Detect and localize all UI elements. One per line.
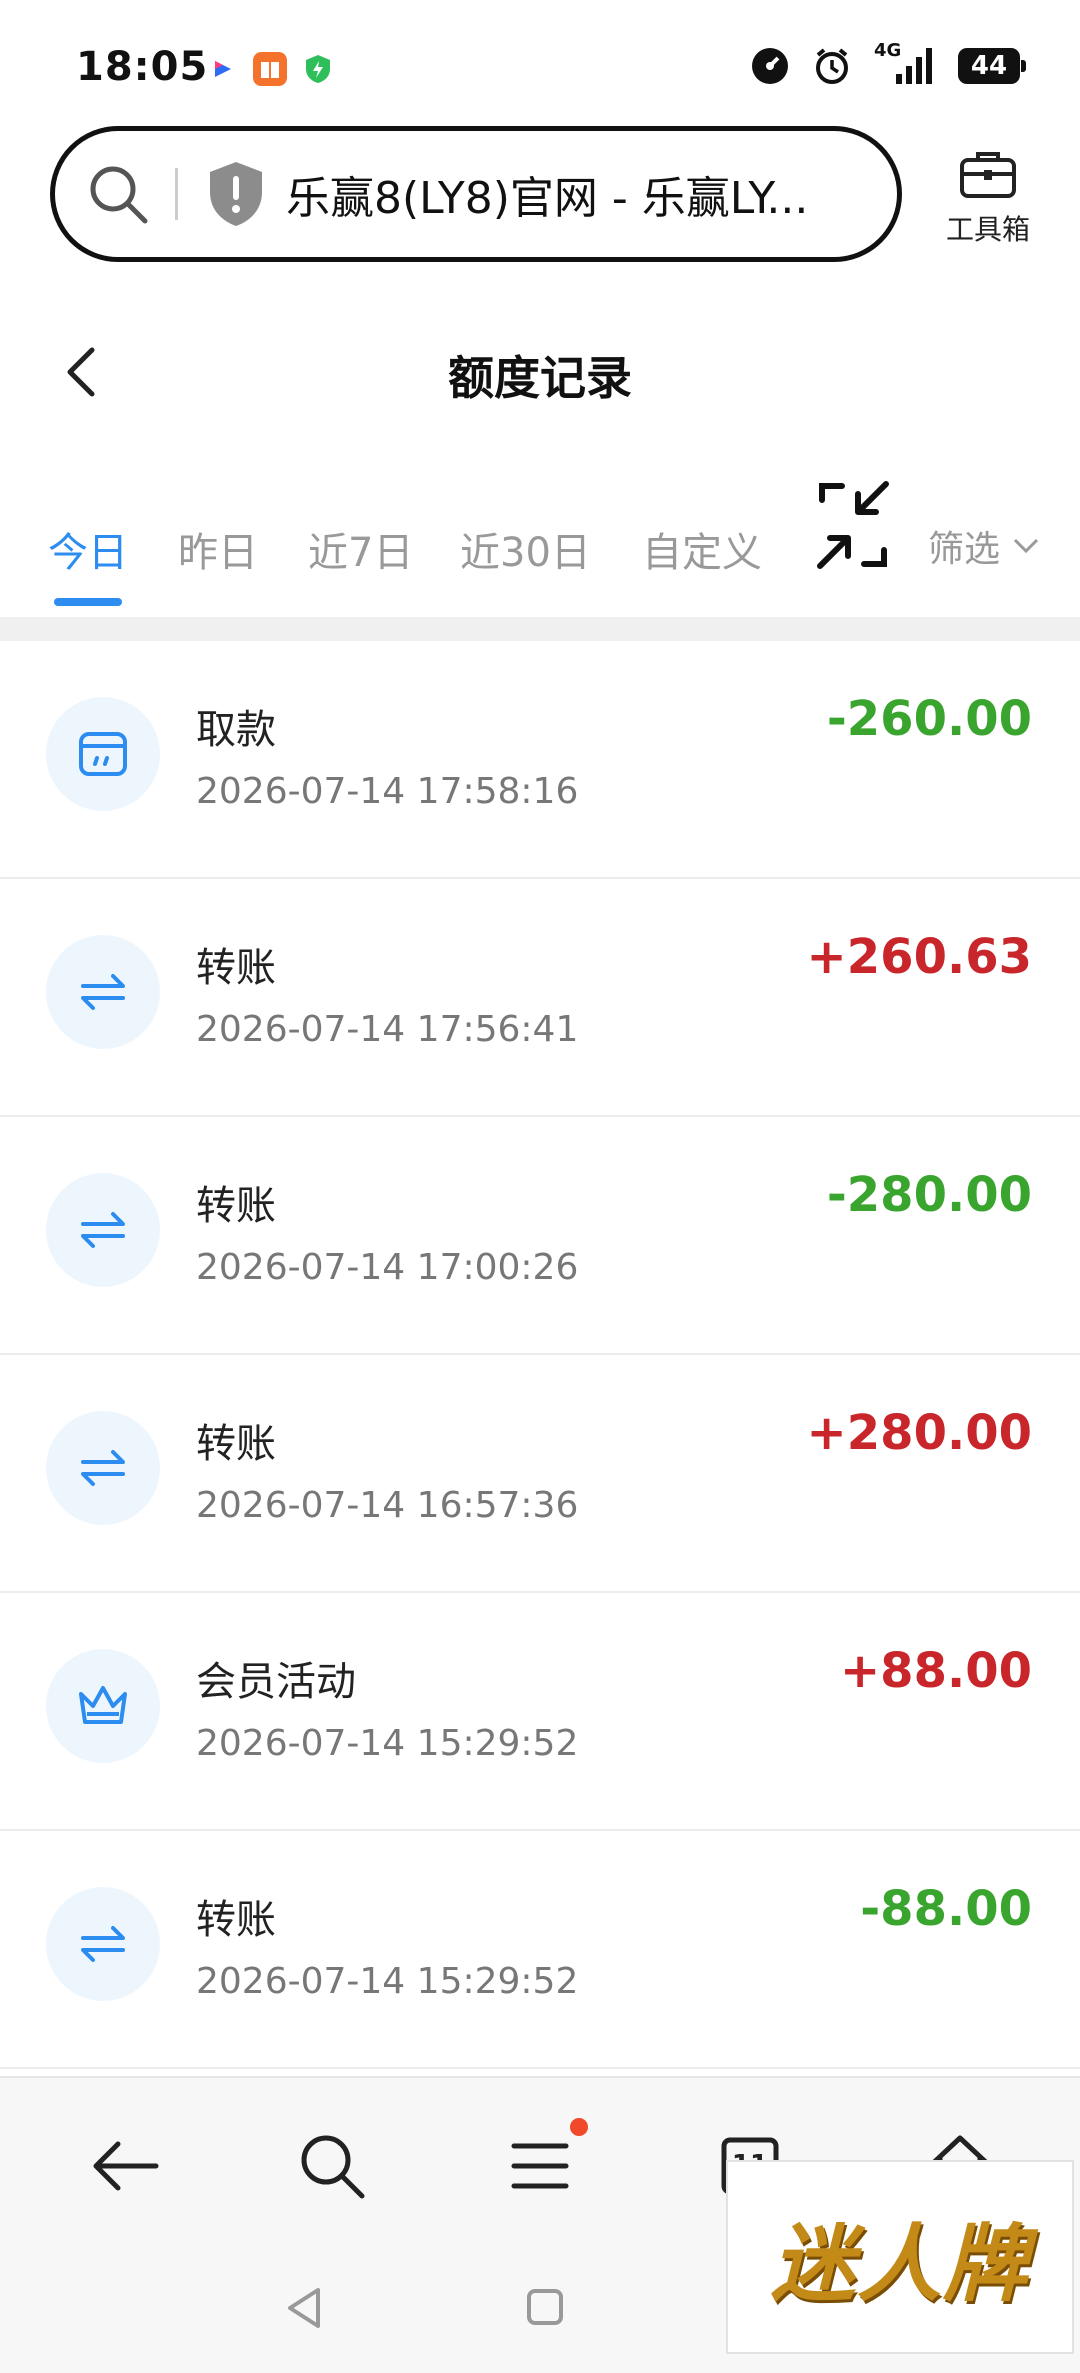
- toolbox-icon: [960, 152, 1016, 198]
- page-header: 额度记录: [0, 300, 1080, 440]
- signal-icon: 4G: [874, 40, 936, 86]
- speedometer-icon: [752, 48, 788, 84]
- record-amount: +88.00: [839, 1643, 1032, 1699]
- date-range-tabs: 今日 昨日 近7日 近30日 自定义: [0, 470, 1080, 620]
- record-amount: +280.00: [806, 1405, 1032, 1461]
- filter-label: 筛选: [928, 529, 1001, 570]
- tab-custom[interactable]: 自定义: [642, 520, 762, 578]
- list-item[interactable]: 转账 2026-07-14 17:00:26 -280.00: [0, 1117, 1080, 1355]
- video-app-icon: [208, 57, 234, 81]
- shield-icon[interactable]: [206, 160, 266, 228]
- record-amount: -260.00: [826, 691, 1032, 747]
- crown-icon: [46, 1649, 160, 1763]
- record-type: 取款: [196, 707, 276, 753]
- address-text[interactable]: 乐赢8(LY8)官网 - 乐赢LY...: [286, 162, 866, 226]
- notification-dot: [570, 2118, 588, 2136]
- withdraw-icon: [46, 697, 160, 811]
- system-back-icon[interactable]: [284, 2286, 324, 2330]
- record-time: 2026-07-14 15:29:52: [196, 1961, 579, 2002]
- watermark-logo: 迷人牌: [726, 2160, 1074, 2354]
- record-amount: -88.00: [860, 1881, 1032, 1937]
- transfer-icon: [46, 1411, 160, 1525]
- record-amount: -280.00: [826, 1167, 1032, 1223]
- alarm-icon: [816, 48, 848, 84]
- status-bar: 18:05 4G 44: [0, 0, 1080, 130]
- transfer-icon: [46, 1173, 160, 1287]
- tab-7-days[interactable]: 近7日: [308, 520, 413, 578]
- record-type: 转账: [196, 1183, 276, 1229]
- battery-indicator: 44: [958, 48, 1026, 84]
- toolbox-label: 工具箱: [945, 213, 1030, 246]
- tab-yesterday[interactable]: 昨日: [178, 520, 258, 578]
- menu-icon[interactable]: [500, 2126, 580, 2206]
- list-item[interactable]: 转账 2026-07-14 17:56:41 +260.63: [0, 879, 1080, 1117]
- transfer-icon: [46, 935, 160, 1049]
- record-time: 2026-07-14 17:56:41: [196, 1009, 579, 1050]
- record-type: 转账: [196, 945, 276, 991]
- credit-record-list: 取款 2026-07-14 17:58:16 -260.00 转账 2026-0…: [0, 641, 1080, 2069]
- address-divider: [175, 168, 178, 220]
- watermark-text: 迷人牌: [770, 2214, 1029, 2313]
- page-title: 额度记录: [448, 351, 632, 405]
- back-arrow-icon[interactable]: [84, 2126, 164, 2206]
- collapse-arrows-icon[interactable]: [816, 480, 890, 570]
- book-app-icon: [253, 52, 287, 86]
- search-icon[interactable]: [292, 2126, 372, 2206]
- toolbox-button[interactable]: 工具箱: [928, 148, 1048, 248]
- tab-today[interactable]: 今日: [48, 520, 128, 578]
- list-item[interactable]: 转账 2026-07-14 16:57:36 +280.00: [0, 1355, 1080, 1593]
- status-time: 18:05: [76, 44, 209, 90]
- chevron-down-icon: [1013, 538, 1039, 554]
- record-time: 2026-07-14 17:58:16: [196, 771, 579, 812]
- status-app-icons: [205, 52, 335, 86]
- record-type: 转账: [196, 1897, 276, 1943]
- active-tab-indicator: [54, 598, 122, 606]
- record-time: 2026-07-14 16:57:36: [196, 1485, 579, 1526]
- record-type: 会员活动: [196, 1659, 356, 1705]
- transfer-icon: [46, 1887, 160, 2001]
- list-item[interactable]: 取款 2026-07-14 17:58:16 -260.00: [0, 641, 1080, 879]
- filter-button[interactable]: 筛选: [928, 520, 1040, 572]
- record-time: 2026-07-14 17:00:26: [196, 1247, 579, 1288]
- record-time: 2026-07-14 15:29:52: [196, 1723, 579, 1764]
- tab-30-days[interactable]: 近30日: [460, 520, 591, 578]
- record-type: 转账: [196, 1421, 276, 1467]
- section-divider: [0, 617, 1080, 641]
- browser-address-bar[interactable]: 乐赢8(LY8)官网 - 乐赢LY...: [50, 126, 902, 262]
- record-amount: +260.63: [806, 929, 1032, 985]
- status-indicators: 4G 44: [750, 40, 1026, 86]
- system-home-icon[interactable]: [526, 2288, 564, 2326]
- list-item[interactable]: 转账 2026-07-14 15:29:52 -88.00: [0, 1831, 1080, 2069]
- security-app-icon: [306, 55, 330, 83]
- search-icon[interactable]: [83, 159, 153, 229]
- list-item[interactable]: 会员活动 2026-07-14 15:29:52 +88.00: [0, 1593, 1080, 1831]
